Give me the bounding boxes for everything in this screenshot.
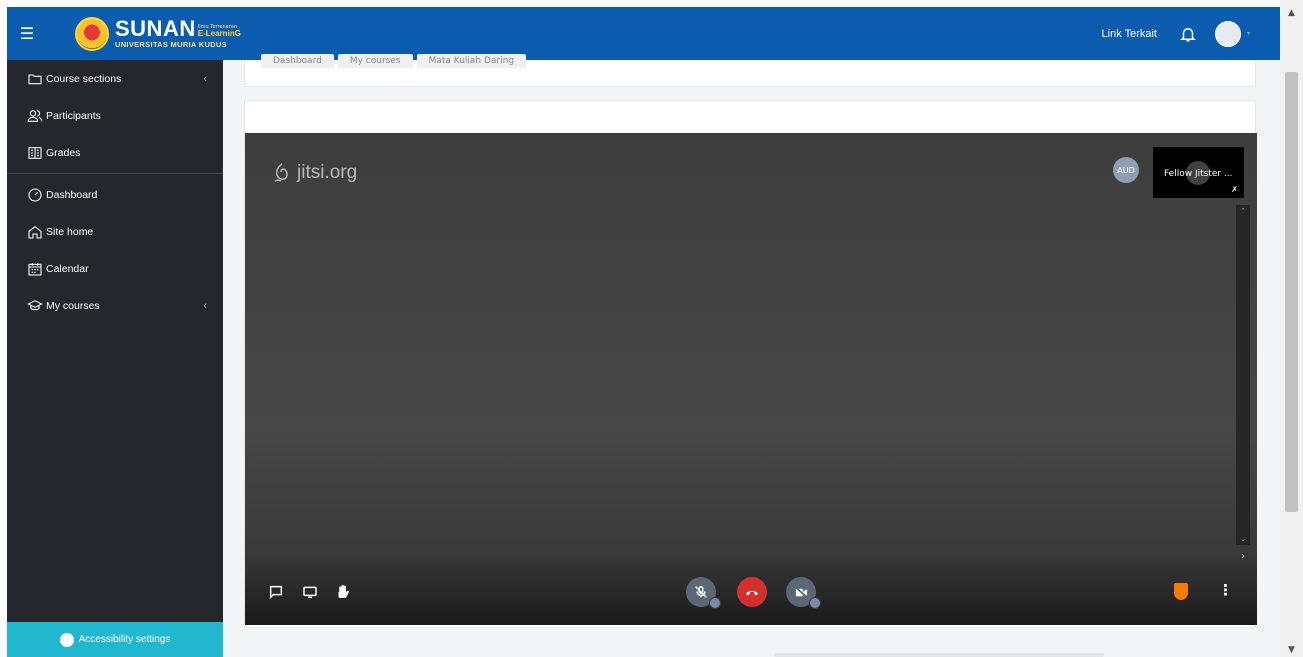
bell-icon[interactable] [1179, 25, 1197, 43]
sidebar-item-calendar[interactable]: Calendar [7, 250, 223, 287]
folder-icon [28, 73, 42, 84]
avatar[interactable] [1214, 20, 1241, 47]
sidebar-item-grades[interactable]: Grades [7, 134, 223, 171]
footer-strip [774, 653, 1104, 657]
chevron-down-icon[interactable] [709, 597, 721, 609]
chevron-left-icon[interactable]: ‹ [203, 300, 207, 312]
participant-thumbnail[interactable]: Fellow Jitster ... ✗ [1153, 147, 1244, 198]
users-icon [27, 109, 43, 122]
sidebar-item-dashboard[interactable]: Dashboard [7, 176, 223, 213]
jitsi-meeting-frame[interactable]: jitsi.org AUD Fellow Jitster ... ✗ ⌃ ⌄ › [245, 133, 1257, 625]
microphone-button[interactable] [686, 577, 721, 609]
chat-icon[interactable] [265, 581, 287, 603]
sidebar-item-label: Site home [46, 225, 94, 238]
security-shield-icon[interactable] [1174, 583, 1188, 600]
chevron-right-icon[interactable]: › [1241, 551, 1245, 562]
sidebar-item-course-sections[interactable]: Course sections ‹ [7, 60, 223, 97]
sidebar-item-label: Dashboard [46, 188, 98, 201]
scroll-down-icon[interactable]: ▼ [1280, 645, 1303, 655]
calendar-icon [28, 262, 42, 276]
chevron-down-icon[interactable]: ⌄ [1236, 535, 1250, 543]
meeting-toolbar: ⋮ [245, 573, 1257, 613]
graduation-cap-icon [27, 299, 43, 310]
logo-elearning: E-LearninG [197, 29, 241, 39]
breadcrumb: Dashboard My courses Mata Kuliah Daring [261, 54, 530, 68]
accessibility-icon [59, 632, 74, 647]
accessibility-settings-button[interactable]: Accessibility settings [7, 622, 223, 657]
logo-university: UNIVERSITAS MURIA KUDUS [115, 40, 227, 50]
top-navbar: ☰ SUNAN Ilmu Terrenaran E-LearninG UNIVE… [7, 7, 1280, 60]
chevron-down-icon[interactable] [809, 597, 821, 609]
jitsi-logo-icon [274, 163, 288, 182]
jitsi-watermark[interactable]: jitsi.org [270, 161, 357, 185]
window-frame-left [0, 0, 7, 657]
breadcrumb-card: Dashboard My courses Mata Kuliah Daring [244, 54, 1256, 87]
breadcrumb-item[interactable]: Mata Kuliah Daring [416, 54, 527, 68]
sidebar-item-label: Course sections [46, 72, 122, 85]
sidebar-item-site-home[interactable]: Site home [7, 213, 223, 250]
main-content: Dashboard My courses Mata Kuliah Daring … [223, 54, 1280, 657]
sidebar-item-label: Grades [46, 146, 81, 159]
scroll-up-icon[interactable]: ▲ [1280, 8, 1303, 18]
window-frame-top [0, 0, 1303, 7]
camera-off-icon [794, 585, 808, 599]
raise-hand-icon[interactable] [332, 581, 354, 603]
breadcrumb-item[interactable]: My courses [337, 54, 413, 68]
sidebar-item-my-courses[interactable]: My courses ‹ [7, 287, 223, 324]
filmstrip-scrollbar[interactable]: ⌃ ⌄ [1236, 205, 1250, 545]
audio-participant-avatar[interactable]: AUD [1113, 157, 1139, 183]
camera-button[interactable] [786, 577, 821, 609]
phone-hangup-icon [746, 590, 758, 596]
mic-off-icon [695, 586, 707, 598]
sidebar-item-label: Calendar [46, 262, 89, 275]
meeting-card: jitsi.org AUD Fellow Jitster ... ✗ ⌃ ⌄ › [244, 100, 1257, 628]
logo-main-text: SUNAN [115, 16, 196, 42]
university-seal [75, 16, 109, 51]
chevron-left-icon[interactable]: ‹ [203, 73, 207, 85]
hamburger-icon[interactable]: ☰ [7, 7, 47, 60]
accessibility-label: Accessibility settings [78, 634, 171, 645]
sidebar-item-participants[interactable]: Participants [7, 97, 223, 134]
scrollbar-thumb[interactable] [1285, 72, 1298, 512]
navbar-right: Link Terkait ▾ [1102, 20, 1280, 47]
sidebar-divider [7, 173, 223, 174]
screen-share-icon[interactable] [299, 581, 321, 603]
jitsi-watermark-text: jitsi.org [297, 162, 358, 183]
sidebar-item-label: Participants [46, 109, 101, 122]
hangup-button[interactable] [737, 577, 767, 607]
gauge-icon [28, 187, 42, 202]
chevron-down-icon[interactable]: ▾ [1247, 30, 1250, 37]
more-options-icon[interactable]: ⋮ [1218, 581, 1233, 599]
home-icon [28, 225, 42, 239]
logo-text: SUNAN Ilmu Terrenaran E-LearninG UNIVERS… [115, 18, 241, 49]
mic-muted-icon: ✗ [1231, 185, 1238, 194]
sidebar: Course sections ‹ Participants Grades Da… [7, 60, 223, 657]
breadcrumb-item[interactable]: Dashboard [261, 54, 334, 68]
sidebar-item-label: My courses [46, 299, 100, 312]
participant-name: Fellow Jitster ... [1164, 169, 1233, 179]
site-logo[interactable]: SUNAN Ilmu Terrenaran E-LearninG UNIVERS… [75, 16, 241, 51]
page-scrollbar[interactable]: ▲ ▼ [1280, 0, 1303, 657]
link-terkait[interactable]: Link Terkait [1102, 28, 1157, 40]
chevron-up-icon[interactable]: ⌃ [1236, 207, 1250, 215]
gradebook-icon [28, 146, 42, 159]
